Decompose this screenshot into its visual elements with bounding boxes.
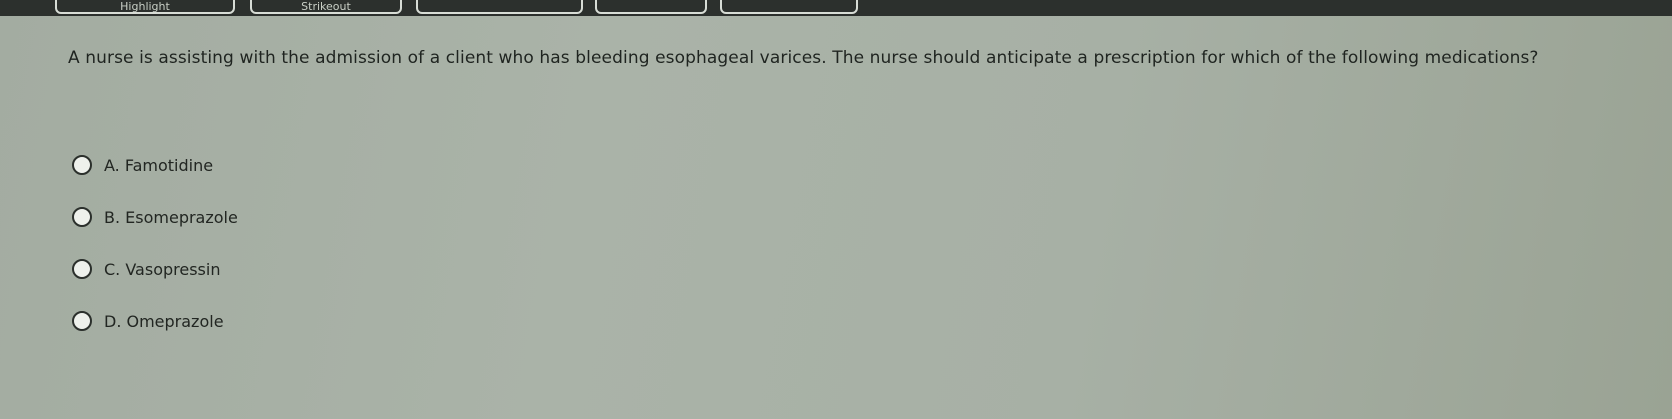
toolbar-button-4[interactable] — [595, 0, 707, 14]
toolbar: Highlight Strikeout — [0, 0, 1672, 16]
option-c-label[interactable]: C. Vasopressin — [104, 260, 220, 279]
radio-b[interactable] — [72, 207, 92, 227]
option-b[interactable]: B. Esomeprazole — [72, 191, 238, 243]
option-b-label[interactable]: B. Esomeprazole — [104, 208, 238, 227]
option-a[interactable]: A. Famotidine — [72, 139, 238, 191]
option-c[interactable]: C. Vasopressin — [72, 243, 238, 295]
strikeout-button-label: Strikeout — [301, 0, 351, 13]
toolbar-button-3[interactable] — [416, 0, 583, 14]
strikeout-button[interactable]: Strikeout — [250, 0, 402, 14]
highlight-button[interactable]: Highlight — [55, 0, 235, 14]
answer-options: A. Famotidine B. Esomeprazole C. Vasopre… — [72, 139, 238, 347]
option-a-label[interactable]: A. Famotidine — [104, 156, 213, 175]
toolbar-button-5[interactable] — [720, 0, 858, 14]
radio-c[interactable] — [72, 259, 92, 279]
option-d-label[interactable]: D. Omeprazole — [104, 312, 224, 331]
option-d[interactable]: D. Omeprazole — [72, 295, 238, 347]
highlight-button-label: Highlight — [120, 0, 170, 13]
question-text: A nurse is assisting with the admission … — [68, 48, 1539, 68]
radio-a[interactable] — [72, 155, 92, 175]
radio-d[interactable] — [72, 311, 92, 331]
